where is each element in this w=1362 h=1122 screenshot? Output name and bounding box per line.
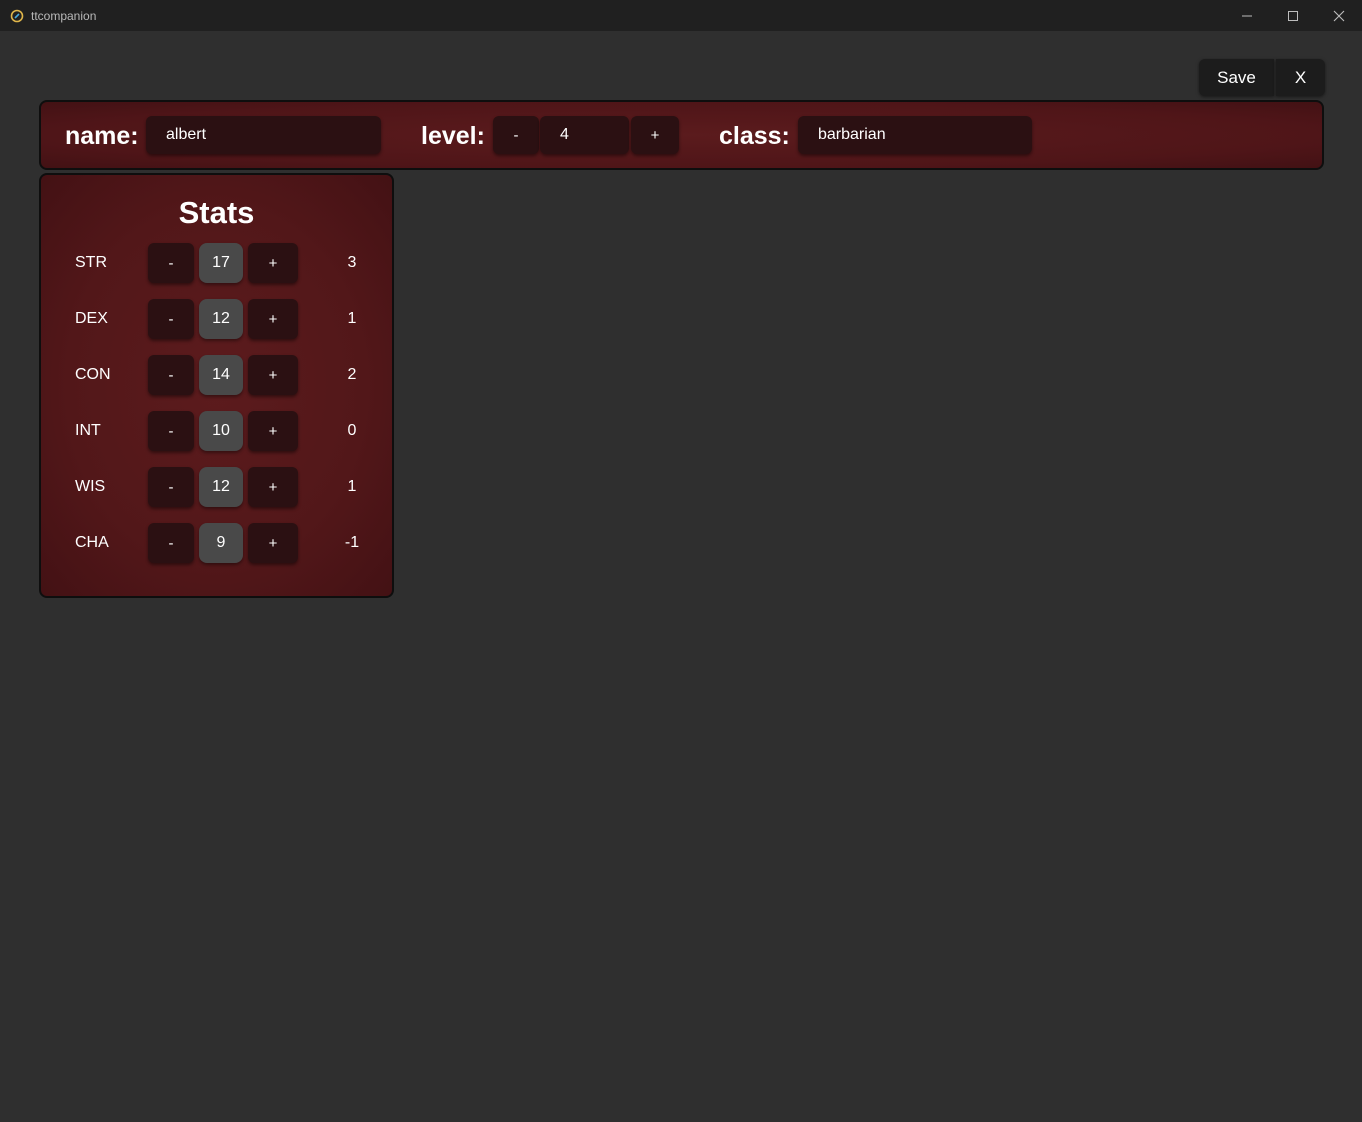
int-value[interactable]: 10 bbox=[199, 411, 243, 451]
link-icon bbox=[10, 9, 24, 23]
minimize-button[interactable] bbox=[1224, 0, 1270, 31]
cha-decrement-button[interactable]: - bbox=[148, 523, 194, 563]
maximize-icon bbox=[1288, 10, 1298, 21]
save-button[interactable]: Save bbox=[1199, 59, 1274, 96]
stat-name: DEX bbox=[75, 310, 108, 327]
dex-modifier: 1 bbox=[347, 310, 357, 327]
wis-increment-button[interactable]: + bbox=[248, 467, 298, 507]
maximize-button[interactable] bbox=[1270, 0, 1316, 31]
cha-modifier: -1 bbox=[344, 534, 360, 551]
close-sheet-button[interactable]: X bbox=[1276, 59, 1325, 96]
minimize-icon bbox=[1242, 15, 1252, 16]
int-modifier: 0 bbox=[347, 422, 357, 439]
class-input[interactable]: barbarian bbox=[798, 116, 1032, 154]
stat-row-int: INT - 10 + 0 bbox=[41, 411, 392, 451]
stat-name: WIS bbox=[75, 478, 106, 495]
stat-row-dex: DEX - 12 + 1 bbox=[41, 299, 392, 339]
con-modifier: 2 bbox=[347, 366, 357, 383]
level-label: level: bbox=[421, 122, 485, 150]
level-increment-button[interactable]: + bbox=[631, 116, 679, 154]
stat-row-str: STR - 17 + 3 bbox=[41, 243, 392, 283]
name-label: name: bbox=[65, 122, 139, 150]
window-controls bbox=[1224, 0, 1362, 31]
stat-row-cha: CHA - 9 + -1 bbox=[41, 523, 392, 563]
str-increment-button[interactable]: + bbox=[248, 243, 298, 283]
stats-panel: Stats STR - 17 + 3 DEX - 12 + 1 CON - 14… bbox=[39, 173, 394, 598]
dex-increment-button[interactable]: + bbox=[248, 299, 298, 339]
character-header-panel: name: albert level: - 4 + class: barbari… bbox=[39, 100, 1324, 170]
stat-name: CHA bbox=[75, 534, 109, 551]
int-increment-button[interactable]: + bbox=[248, 411, 298, 451]
name-input[interactable]: albert bbox=[146, 116, 381, 154]
close-window-button[interactable] bbox=[1316, 0, 1362, 31]
level-decrement-button[interactable]: - bbox=[493, 116, 539, 154]
cha-increment-button[interactable]: + bbox=[248, 523, 298, 563]
str-decrement-button[interactable]: - bbox=[148, 243, 194, 283]
title-bar: ttcompanion bbox=[0, 0, 1362, 31]
stats-title: Stats bbox=[178, 195, 255, 230]
wis-value[interactable]: 12 bbox=[199, 467, 243, 507]
stat-row-wis: WIS - 12 + 1 bbox=[41, 467, 392, 507]
close-icon bbox=[1333, 10, 1345, 21]
level-input[interactable]: 4 bbox=[540, 116, 629, 154]
wis-decrement-button[interactable]: - bbox=[148, 467, 194, 507]
con-increment-button[interactable]: + bbox=[248, 355, 298, 395]
wis-modifier: 1 bbox=[347, 478, 357, 495]
stat-name: STR bbox=[75, 254, 107, 271]
con-value[interactable]: 14 bbox=[199, 355, 243, 395]
int-decrement-button[interactable]: - bbox=[148, 411, 194, 451]
stat-name: INT bbox=[75, 422, 101, 439]
window-title: ttcompanion bbox=[31, 8, 97, 23]
cha-value[interactable]: 9 bbox=[199, 523, 243, 563]
dex-decrement-button[interactable]: - bbox=[148, 299, 194, 339]
con-decrement-button[interactable]: - bbox=[148, 355, 194, 395]
stat-row-con: CON - 14 + 2 bbox=[41, 355, 392, 395]
dex-value[interactable]: 12 bbox=[199, 299, 243, 339]
class-label: class: bbox=[719, 122, 790, 150]
str-modifier: 3 bbox=[347, 254, 357, 271]
str-value[interactable]: 17 bbox=[199, 243, 243, 283]
stat-name: CON bbox=[75, 366, 111, 383]
